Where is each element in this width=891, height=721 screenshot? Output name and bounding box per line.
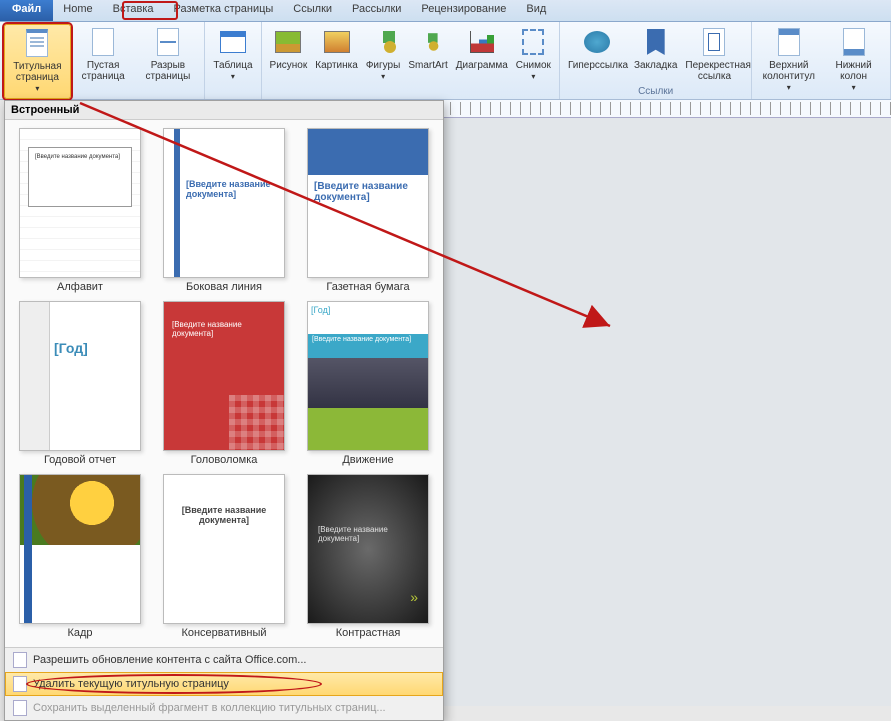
thumb-annual[interactable]: [Год] Годовой отчет <box>13 301 147 466</box>
office-icon <box>13 652 27 668</box>
tab-insert[interactable]: Вставка <box>103 0 164 21</box>
group-header-footer: Верхний колонтитул Нижний колон <box>752 22 891 99</box>
thumb-alphabet[interactable]: [Введите название документа] Алфавит <box>13 128 147 293</box>
crossref-button[interactable]: Перекрестная ссылка <box>681 24 747 85</box>
footer-save-selection: Сохранить выделенный фрагмент в коллекци… <box>5 696 443 720</box>
header-icon <box>773 26 805 58</box>
gallery-section-header: Встроенный <box>5 101 443 120</box>
title-page-icon <box>21 27 53 59</box>
header-button[interactable]: Верхний колонтитул <box>756 24 821 99</box>
menu-tabs: Файл Home Вставка Разметка страницы Ссыл… <box>0 0 891 22</box>
picture-icon <box>272 26 304 58</box>
group-tables: Таблица <box>205 22 261 99</box>
footer-button[interactable]: Нижний колон <box>821 24 886 99</box>
save-fragment-icon <box>13 700 27 716</box>
footer-icon <box>838 26 870 58</box>
group-links-label: Ссылки <box>564 85 747 99</box>
footer-office-update[interactable]: Разрешить обновление контента с сайта Of… <box>5 648 443 672</box>
shapes-button[interactable]: Фигуры <box>362 24 404 99</box>
shapes-icon <box>367 26 399 58</box>
bookmark-icon <box>640 26 672 58</box>
hyperlink-button[interactable]: Гиперссылка <box>564 24 630 85</box>
group-links: Гиперссылка Закладка Перекрестная ссылка… <box>560 22 752 99</box>
screenshot-icon <box>517 26 549 58</box>
title-page-button[interactable]: Титульная страница <box>4 24 71 99</box>
screenshot-button[interactable]: Снимок <box>512 24 555 99</box>
tab-references[interactable]: Ссылки <box>283 0 342 21</box>
ribbon: Титульная страница Пустая страница Разры… <box>0 22 891 100</box>
horizontal-ruler[interactable] <box>440 100 891 118</box>
thumb-puzzle[interactable]: [Введите название документа] Головоломка <box>157 301 291 466</box>
group-illustrations: Рисунок Картинка Фигуры SmartArt Диаграм… <box>262 22 560 99</box>
blank-page-icon <box>87 26 119 58</box>
tab-file[interactable]: Файл <box>0 0 53 21</box>
thumb-sideline[interactable]: [Введите название документа] Боковая лин… <box>157 128 291 293</box>
hyperlink-icon <box>581 26 613 58</box>
chart-button[interactable]: Диаграмма <box>452 24 512 99</box>
thumb-newsprint[interactable]: [Введите название документа] Газетная бу… <box>301 128 435 293</box>
tab-review[interactable]: Рецензирование <box>411 0 516 21</box>
tab-page-layout[interactable]: Разметка страницы <box>164 0 284 21</box>
blank-page-button[interactable]: Пустая страница <box>71 24 136 99</box>
thumb-frame[interactable]: Кадр <box>13 474 147 639</box>
bookmark-button[interactable]: Закладка <box>630 24 681 85</box>
smartart-button[interactable]: SmartArt <box>404 24 451 99</box>
tab-mailings[interactable]: Рассылки <box>342 0 411 21</box>
gallery-grid: [Введите название документа] Алфавит [Вв… <box>5 120 443 647</box>
thumb-motion[interactable]: [Год][Введите название документа] Движен… <box>301 301 435 466</box>
tab-view[interactable]: Вид <box>516 0 556 21</box>
table-icon <box>217 26 249 58</box>
chart-icon <box>466 26 498 58</box>
thumb-conservative[interactable]: [Введите название документа] Консерватив… <box>157 474 291 639</box>
document-area <box>440 100 891 706</box>
tab-home[interactable]: Home <box>53 0 102 21</box>
smartart-icon <box>412 26 444 58</box>
group-pages: Титульная страница Пустая страница Разры… <box>0 22 205 99</box>
gallery-footer: Разрешить обновление контента с сайта Of… <box>5 647 443 720</box>
title-page-gallery: Встроенный [Введите название документа] … <box>4 100 444 721</box>
clipart-button[interactable]: Картинка <box>311 24 362 99</box>
thumb-contrast[interactable]: [Введите название документа]» Контрастна… <box>301 474 435 639</box>
page-break-button[interactable]: Разрыв страницы <box>136 24 201 99</box>
picture-button[interactable]: Рисунок <box>266 24 312 99</box>
delete-page-icon <box>13 676 27 692</box>
table-button[interactable]: Таблица <box>209 24 256 99</box>
footer-delete-title-page[interactable]: Удалить текущую титульную страницу <box>5 672 443 696</box>
page-break-icon <box>152 26 184 58</box>
clipart-icon <box>321 26 353 58</box>
crossref-icon <box>698 26 730 58</box>
